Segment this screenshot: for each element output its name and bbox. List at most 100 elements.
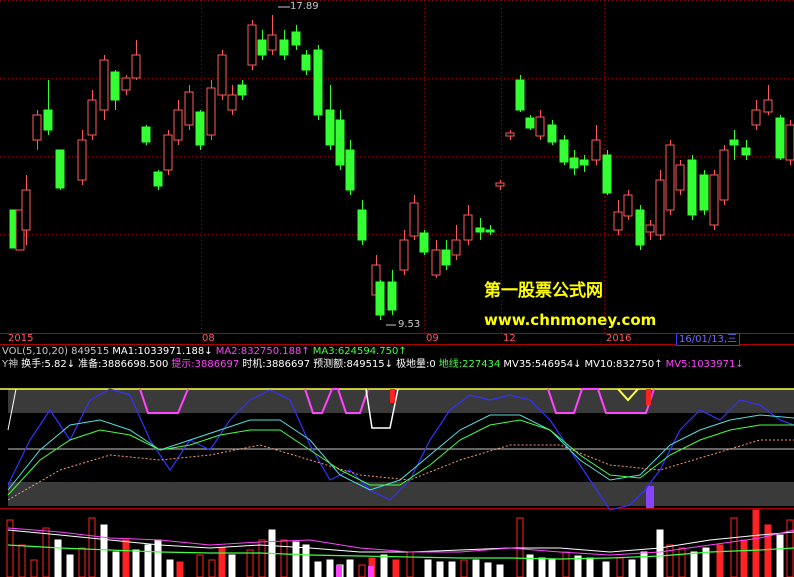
volume-bar bbox=[132, 549, 140, 577]
candle-body bbox=[751, 109, 761, 126]
timeline-label-2016: 2016 bbox=[606, 333, 632, 344]
volume-bar bbox=[54, 539, 62, 577]
candle-body bbox=[247, 24, 257, 66]
volume-bar bbox=[196, 554, 204, 577]
candle-body bbox=[173, 109, 183, 141]
candle-body bbox=[463, 214, 473, 241]
vol-ma3: MA3:624594.750↑ bbox=[312, 346, 407, 357]
candle-body bbox=[110, 71, 120, 101]
current-date-box: 16/01/13,三 bbox=[676, 333, 741, 346]
volume-bar bbox=[690, 551, 698, 577]
candle-body bbox=[525, 117, 535, 129]
volume-bar bbox=[496, 564, 504, 577]
volume-bar bbox=[30, 559, 38, 577]
candle-body bbox=[301, 54, 311, 71]
candle-body bbox=[267, 34, 277, 51]
vol-ma1: MA1:1033971.188↓ bbox=[112, 346, 213, 357]
candle-body bbox=[741, 147, 751, 156]
candle-body bbox=[763, 99, 773, 113]
volume-bar bbox=[406, 551, 414, 577]
candle-body bbox=[375, 281, 385, 316]
indicator-panel bbox=[0, 388, 794, 511]
candle-body bbox=[655, 179, 665, 236]
timeline-label-2015: 2015 bbox=[8, 333, 34, 344]
candle-body bbox=[32, 114, 42, 141]
volume-bar bbox=[358, 564, 366, 577]
ind-mv35: MV35:546954↓ bbox=[503, 359, 582, 370]
volume-bar bbox=[484, 562, 492, 577]
timeline-label-08: 08 bbox=[202, 333, 215, 344]
volume-bar bbox=[368, 566, 374, 577]
candle-body bbox=[77, 139, 87, 181]
candlestick-series bbox=[9, 6, 794, 326]
volume-bar bbox=[122, 539, 130, 577]
candle-body bbox=[257, 39, 267, 56]
ind-predict: 预测额:849515↓ bbox=[313, 359, 394, 370]
stock-chart[interactable] bbox=[0, 0, 794, 577]
volume-bar bbox=[752, 509, 760, 577]
volume-bar bbox=[42, 527, 50, 577]
candle-body bbox=[645, 224, 655, 233]
candle-body bbox=[591, 139, 601, 161]
candle-body bbox=[675, 164, 685, 191]
volume-bar bbox=[602, 561, 610, 577]
volume-bar bbox=[246, 549, 254, 577]
volume-bar bbox=[628, 559, 636, 577]
vol-ma2: MA2:832750.188↑ bbox=[215, 346, 310, 357]
volume-bar bbox=[380, 554, 388, 577]
volume-bar bbox=[730, 517, 738, 577]
candle-body bbox=[21, 189, 31, 231]
ind-turnover: 换手:5.82↓ bbox=[21, 359, 76, 370]
candle-body bbox=[399, 239, 409, 271]
candle-body bbox=[55, 149, 65, 189]
candle-body bbox=[699, 174, 709, 211]
volume-bar bbox=[640, 551, 648, 577]
signal-red-bar bbox=[390, 389, 395, 403]
candle-body bbox=[206, 87, 216, 136]
volume-bar bbox=[176, 561, 184, 577]
candle-body bbox=[579, 159, 589, 166]
ind-mv10: MV10:832750↑ bbox=[584, 359, 663, 370]
volume-bar bbox=[346, 559, 354, 577]
volume-bar bbox=[616, 557, 624, 577]
candle-body bbox=[409, 202, 419, 237]
ind-mv5: MV5:1033971↓ bbox=[665, 359, 744, 370]
volume-bars bbox=[6, 509, 794, 577]
candle-body bbox=[665, 144, 675, 211]
low-price-label: 9.53 bbox=[398, 319, 421, 330]
candle-body bbox=[635, 209, 645, 246]
vol-value: 849515 bbox=[71, 346, 110, 357]
volume-bar bbox=[228, 554, 236, 577]
candle-body bbox=[345, 149, 355, 191]
volume-bar bbox=[336, 565, 342, 577]
candle-body bbox=[43, 109, 53, 131]
candle-body bbox=[121, 77, 131, 91]
candle-body bbox=[325, 109, 335, 146]
candle-body bbox=[623, 194, 633, 217]
volume-bar bbox=[678, 547, 686, 577]
ind-extreme: 极地量:0 bbox=[396, 359, 436, 370]
candle-body bbox=[279, 39, 289, 56]
volume-bar bbox=[154, 539, 162, 577]
candle-body bbox=[785, 124, 794, 161]
candle-body bbox=[141, 126, 151, 143]
volume-bar bbox=[88, 517, 96, 577]
volume-bar bbox=[314, 561, 322, 577]
high-price-label: 17.89 bbox=[290, 1, 319, 12]
volume-bar bbox=[66, 554, 74, 577]
volume-bar bbox=[18, 544, 26, 577]
timeline-label-12: 12 bbox=[503, 333, 516, 344]
candle-body bbox=[709, 174, 719, 226]
volume-bar bbox=[144, 544, 152, 577]
candle-body bbox=[475, 227, 485, 233]
indicator-info-bar: Y神 换手:5.82↓ 准备:3886698.500 提示:3886697 时机:388… bbox=[2, 359, 747, 371]
ind-name: Y神 bbox=[2, 359, 19, 370]
candle-body bbox=[613, 211, 623, 231]
volume-bar bbox=[716, 544, 724, 577]
candle-body bbox=[335, 119, 345, 166]
candle-body bbox=[313, 49, 323, 116]
watermark-title: 第一股票公式网 bbox=[484, 281, 603, 301]
candle-body bbox=[505, 132, 515, 137]
ind-prepare: 准备:3886698.500 bbox=[78, 359, 169, 370]
candle-body bbox=[441, 249, 451, 266]
